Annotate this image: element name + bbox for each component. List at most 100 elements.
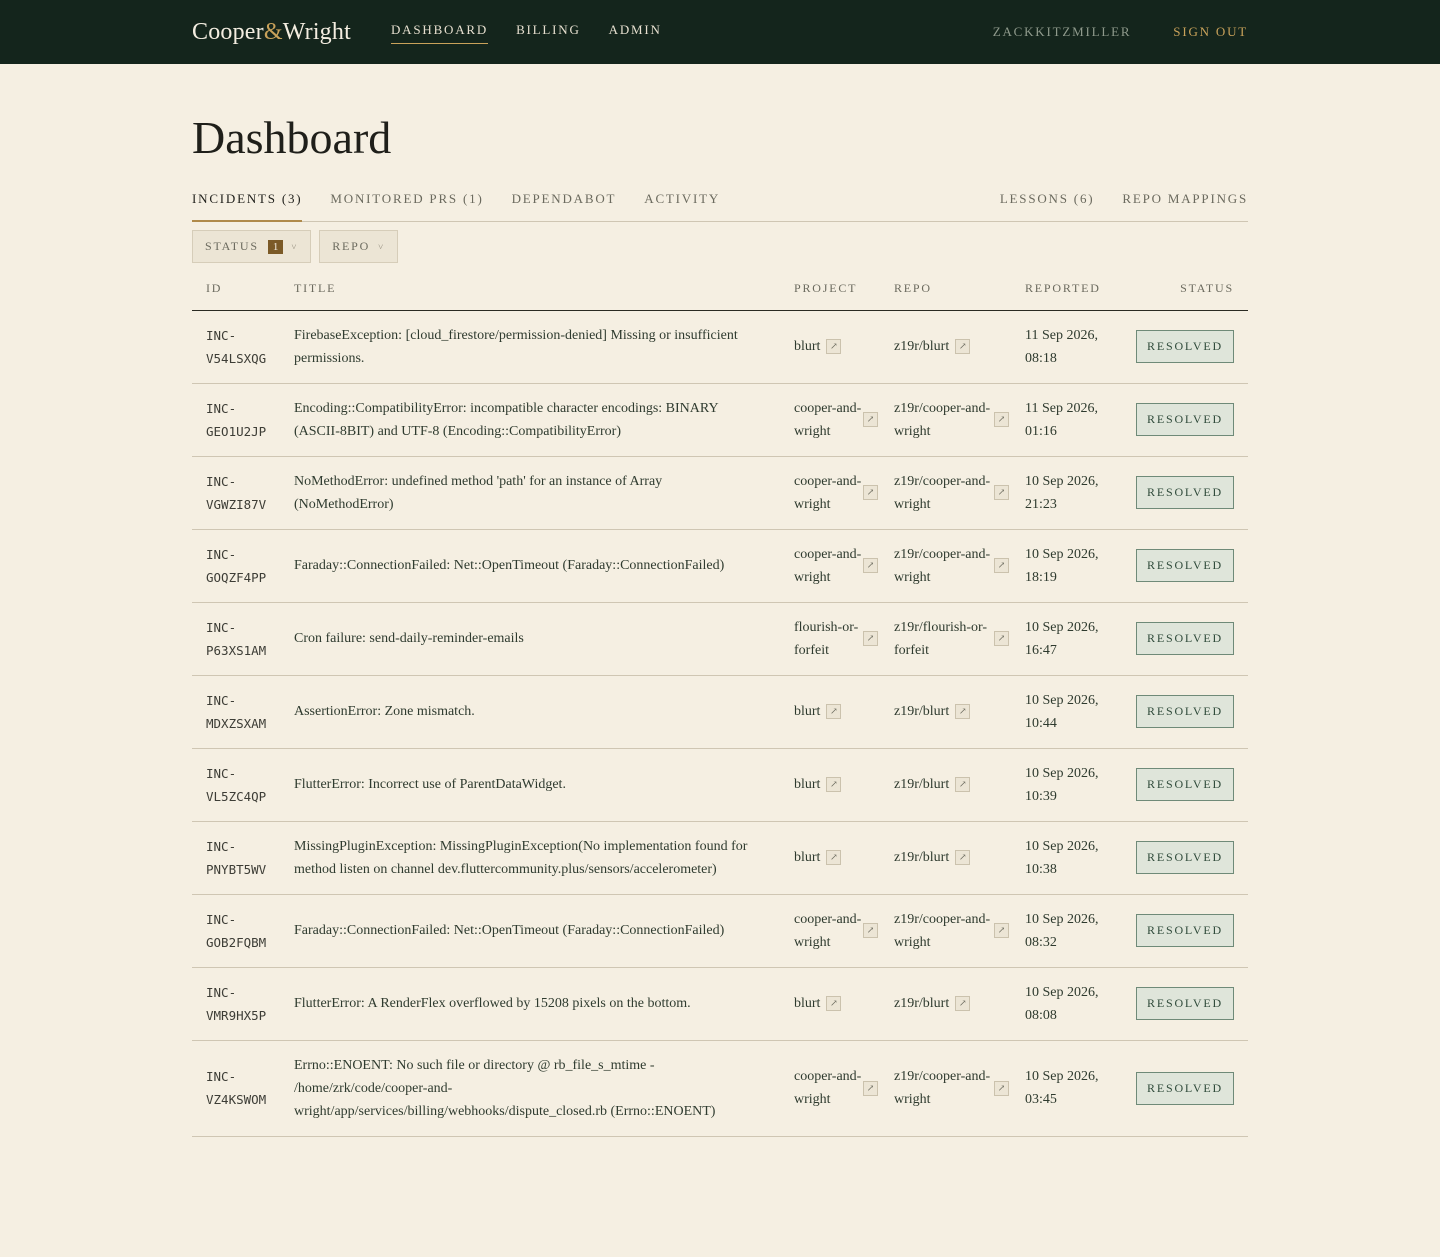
external-link-icon[interactable]: ↗ xyxy=(994,558,1009,573)
col-header-project[interactable]: PROJECT xyxy=(794,281,894,311)
project-link[interactable]: blurt ↗ xyxy=(794,846,894,869)
external-link-icon[interactable]: ↗ xyxy=(826,777,842,792)
repo-link[interactable]: z19r/blurt ↗ xyxy=(894,700,1025,723)
project-link[interactable]: blurt ↗ xyxy=(794,773,894,796)
col-header-status[interactable]: STATUS xyxy=(1130,281,1248,311)
external-link-icon[interactable]: ↗ xyxy=(955,996,971,1011)
incident-title[interactable]: Encoding::CompatibilityError: incompatib… xyxy=(294,383,794,457)
brand-logo[interactable]: Cooper&Wright xyxy=(192,19,351,46)
external-link-icon[interactable]: ↗ xyxy=(826,704,842,719)
nav-billing[interactable]: BILLING xyxy=(516,22,581,42)
incident-id[interactable]: INC-MDXZSXAM xyxy=(192,675,294,749)
external-link-icon[interactable]: ↗ xyxy=(863,412,878,427)
external-link-icon[interactable]: ↗ xyxy=(994,412,1009,427)
table-row[interactable]: INC-MDXZSXAM AssertionError: Zone mismatc… xyxy=(192,675,1248,749)
table-row[interactable]: INC-GEO1U2JP Encoding::CompatibilityError… xyxy=(192,383,1248,457)
table-row[interactable]: INC-GOB2FQBM Faraday::ConnectionFailed: N… xyxy=(192,894,1248,968)
project-link[interactable]: cooper-and-wright ↗ xyxy=(794,397,894,443)
external-link-icon[interactable]: ↗ xyxy=(863,558,878,573)
status-badge: RESOLVED xyxy=(1136,695,1234,728)
tab-activity[interactable]: ACTIVITY xyxy=(644,191,720,221)
external-link-icon[interactable]: ↗ xyxy=(826,850,842,865)
table-row[interactable]: INC-VGWZI87V NoMethodError: undefined met… xyxy=(192,456,1248,530)
project-cell: blurt ↗ xyxy=(794,675,894,749)
incident-id[interactable]: INC-VMR9HX5P xyxy=(192,967,294,1041)
repo-link[interactable]: z19r/blurt ↗ xyxy=(894,773,1025,796)
external-link-icon[interactable]: ↗ xyxy=(863,485,878,500)
repo-link[interactable]: z19r/blurt ↗ xyxy=(894,992,1025,1015)
incident-title[interactable]: Faraday::ConnectionFailed: Net::OpenTime… xyxy=(294,529,794,603)
incident-id[interactable]: INC-V54LSXQG xyxy=(192,310,294,384)
incident-id[interactable]: INC-VZ4KSWOM xyxy=(192,1040,294,1137)
table-row[interactable]: INC-V54LSXQG FirebaseException: [cloud_fi… xyxy=(192,310,1248,384)
tab-incidents[interactable]: INCIDENTS (3) xyxy=(192,191,303,222)
external-link-icon[interactable]: ↗ xyxy=(863,1080,878,1096)
incident-title[interactable]: Cron failure: send-daily-reminder-emails xyxy=(294,602,794,676)
incident-title[interactable]: Errno::ENOENT: No such file or directory… xyxy=(294,1040,794,1137)
incident-title[interactable]: Faraday::ConnectionFailed: Net::OpenTime… xyxy=(294,894,794,968)
repo-link[interactable]: z19r/flourish-or-forfeit ↗ xyxy=(894,616,1025,662)
incident-id[interactable]: INC-GOQZF4PP xyxy=(192,529,294,603)
repo-link[interactable]: z19r/blurt ↗ xyxy=(894,846,1025,869)
external-link-icon[interactable]: ↗ xyxy=(955,777,971,792)
repo-link[interactable]: z19r/blurt ↗ xyxy=(894,335,1025,358)
external-link-icon[interactable]: ↗ xyxy=(826,996,842,1011)
incident-title[interactable]: FlutterError: A RenderFlex overflowed by… xyxy=(294,967,794,1041)
tab-repo-mappings[interactable]: REPO MAPPINGS xyxy=(1122,191,1248,221)
incident-title[interactable]: FirebaseException: [cloud_firestore/perm… xyxy=(294,310,794,384)
external-link-icon[interactable]: ↗ xyxy=(994,923,1009,938)
table-row[interactable]: INC-GOQZF4PP Faraday::ConnectionFailed: N… xyxy=(192,529,1248,603)
external-link-icon[interactable]: ↗ xyxy=(826,339,842,354)
external-link-icon[interactable]: ↗ xyxy=(955,850,971,865)
incident-title[interactable]: FlutterError: Incorrect use of ParentDat… xyxy=(294,748,794,822)
table-row[interactable]: INC-P63XS1AM Cron failure: send-daily-rem… xyxy=(192,602,1248,676)
col-header-repo[interactable]: REPO xyxy=(894,281,1025,311)
project-cell: blurt ↗ xyxy=(794,967,894,1041)
col-header-title[interactable]: TITLE xyxy=(294,281,794,311)
tab-dependabot[interactable]: DEPENDABOT xyxy=(512,191,617,221)
incident-id[interactable]: INC-VL5ZC4QP xyxy=(192,748,294,822)
repo-filter-button[interactable]: REPO ˅ xyxy=(319,230,399,263)
incident-title[interactable]: AssertionError: Zone mismatch. xyxy=(294,675,794,749)
nav-admin[interactable]: ADMIN xyxy=(609,22,662,42)
project-link[interactable]: cooper-and-wright ↗ xyxy=(794,1065,894,1111)
external-link-icon[interactable]: ↗ xyxy=(863,631,878,646)
repo-link[interactable]: z19r/cooper-and-wright ↗ xyxy=(894,397,1025,443)
repo-link[interactable]: z19r/cooper-and-wright ↗ xyxy=(894,908,1025,954)
external-link-icon[interactable]: ↗ xyxy=(863,923,878,938)
project-link[interactable]: blurt ↗ xyxy=(794,700,894,723)
tab-monitored-prs[interactable]: MONITORED PRS (1) xyxy=(330,191,483,221)
project-link[interactable]: cooper-and-wright ↗ xyxy=(794,908,894,954)
col-header-id[interactable]: ID xyxy=(192,281,294,311)
incident-id[interactable]: INC-P63XS1AM xyxy=(192,602,294,676)
incident-title[interactable]: NoMethodError: undefined method 'path' f… xyxy=(294,456,794,530)
incident-id[interactable]: INC-PNYBT5WV xyxy=(192,821,294,895)
table-row[interactable]: INC-VL5ZC4QP FlutterError: Incorrect use … xyxy=(192,748,1248,822)
table-row[interactable]: INC-VMR9HX5P FlutterError: A RenderFlex o… xyxy=(192,967,1248,1041)
external-link-icon[interactable]: ↗ xyxy=(994,485,1009,500)
sign-out-link[interactable]: SIGN OUT xyxy=(1173,24,1248,40)
project-link[interactable]: cooper-and-wright ↗ xyxy=(794,470,894,516)
table-row[interactable]: INC-VZ4KSWOM Errno::ENOENT: No such file … xyxy=(192,1040,1248,1137)
project-link[interactable]: blurt ↗ xyxy=(794,335,894,358)
incident-id[interactable]: INC-GOB2FQBM xyxy=(192,894,294,968)
external-link-icon[interactable]: ↗ xyxy=(994,1080,1009,1096)
tab-lessons[interactable]: LESSONS (6) xyxy=(1000,191,1095,221)
status-cell: RESOLVED xyxy=(1130,967,1248,1041)
external-link-icon[interactable]: ↗ xyxy=(955,704,971,719)
repo-link[interactable]: z19r/cooper-and-wright ↗ xyxy=(894,543,1025,589)
project-link[interactable]: flourish-or-forfeit ↗ xyxy=(794,616,894,662)
incident-title[interactable]: MissingPluginException: MissingPluginExc… xyxy=(294,821,794,895)
external-link-icon[interactable]: ↗ xyxy=(955,339,971,354)
repo-link[interactable]: z19r/cooper-and-wright ↗ xyxy=(894,470,1025,516)
incident-id[interactable]: INC-VGWZI87V xyxy=(192,456,294,530)
incident-id[interactable]: INC-GEO1U2JP xyxy=(192,383,294,457)
project-link[interactable]: blurt ↗ xyxy=(794,992,894,1015)
project-link[interactable]: cooper-and-wright ↗ xyxy=(794,543,894,589)
status-filter-button[interactable]: STATUS 1 ˅ xyxy=(192,230,312,263)
repo-link[interactable]: z19r/cooper-and-wright ↗ xyxy=(894,1065,1025,1111)
nav-dashboard[interactable]: DASHBOARD xyxy=(390,22,489,44)
col-header-reported[interactable]: REPORTED xyxy=(1025,281,1130,311)
external-link-icon[interactable]: ↗ xyxy=(994,631,1009,646)
table-row[interactable]: INC-PNYBT5WV MissingPluginException: Miss… xyxy=(192,821,1248,895)
